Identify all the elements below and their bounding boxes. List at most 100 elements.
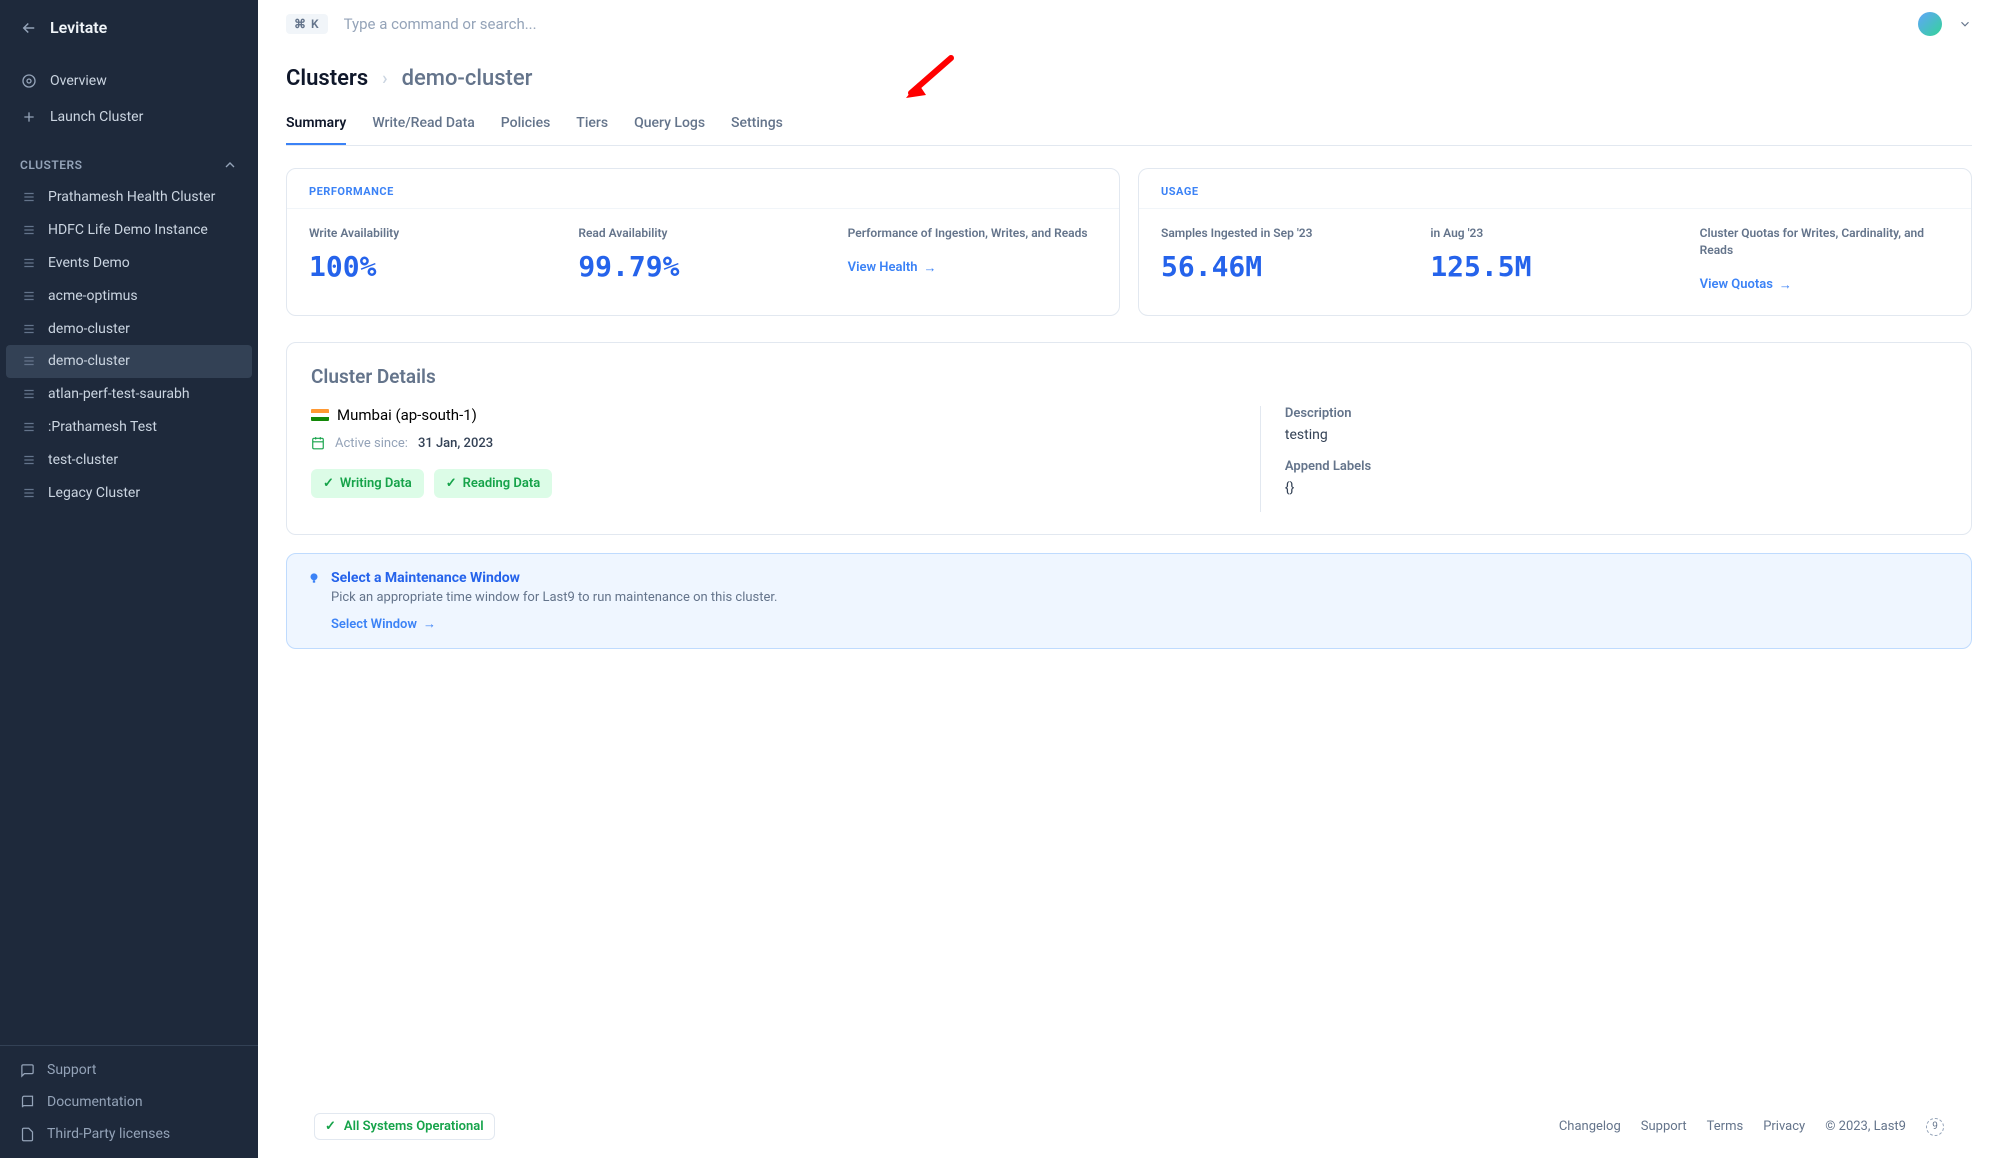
- cluster-icon: [22, 322, 38, 336]
- bottombar: ✓ All Systems Operational Changelog Supp…: [286, 1099, 1972, 1158]
- cluster-icon: [22, 190, 38, 204]
- breadcrumb-root[interactable]: Clusters: [286, 66, 368, 91]
- active-since-date: 31 Jan, 2023: [418, 436, 493, 451]
- footer-docs[interactable]: Documentation: [0, 1086, 258, 1118]
- cluster-label: atlan-perf-test-saurabh: [48, 385, 190, 404]
- cluster-item[interactable]: Prathamesh Health Cluster: [0, 181, 258, 214]
- nav-launch-label: Launch Cluster: [50, 109, 143, 125]
- cluster-item[interactable]: :Prathamesh Test: [0, 411, 258, 444]
- chevron-down-icon[interactable]: [1958, 17, 1972, 31]
- tabs: Summary Write/Read Data Policies Tiers Q…: [286, 105, 1972, 146]
- metrics-row: PERFORMANCE Write Availability 100% Read…: [286, 168, 1972, 316]
- sidebar-nav: Overview Launch Cluster: [0, 55, 258, 143]
- cluster-icon: [22, 289, 38, 303]
- plus-icon: [20, 108, 38, 126]
- cluster-label: Legacy Cluster: [48, 484, 140, 503]
- footer-docs-label: Documentation: [47, 1094, 143, 1110]
- metric-label: Performance of Ingestion, Writes, and Re…: [848, 225, 1097, 242]
- metric-value: 56.46M: [1161, 250, 1410, 283]
- avatar[interactable]: [1918, 12, 1942, 36]
- link-support[interactable]: Support: [1641, 1119, 1687, 1134]
- view-health-link[interactable]: View Health→: [848, 260, 937, 276]
- cluster-item[interactable]: atlan-perf-test-saurabh: [0, 378, 258, 411]
- view-quotas-link[interactable]: View Quotas→: [1700, 277, 1792, 293]
- sidebar-footer: Support Documentation Third-Party licens…: [0, 1045, 258, 1158]
- cluster-icon: [22, 354, 38, 368]
- performance-card: PERFORMANCE Write Availability 100% Read…: [286, 168, 1120, 316]
- brand-title: Levitate: [50, 18, 107, 37]
- topbar: ⌘ K: [258, 0, 2000, 48]
- cluster-item[interactable]: Legacy Cluster: [0, 477, 258, 510]
- cluster-label: test-cluster: [48, 451, 118, 470]
- metric-label: Read Availability: [578, 225, 827, 242]
- tab-settings[interactable]: Settings: [731, 105, 783, 145]
- cluster-details: Cluster Details Mumbai (ap-south-1) Acti…: [286, 342, 1972, 535]
- cluster-icon: [22, 420, 38, 434]
- cluster-item[interactable]: demo-cluster: [0, 313, 258, 346]
- clusters-section-header[interactable]: CLUSTERS: [0, 143, 258, 181]
- cluster-item[interactable]: test-cluster: [0, 444, 258, 477]
- details-title: Cluster Details: [311, 365, 1947, 388]
- check-icon: ✓: [446, 476, 457, 491]
- arrow-right-icon: →: [1779, 277, 1792, 293]
- check-icon: ✓: [325, 1119, 336, 1134]
- link-privacy[interactable]: Privacy: [1763, 1119, 1805, 1134]
- maintenance-text: Pick an appropriate time window for Last…: [331, 590, 1951, 605]
- clusters-header-label: CLUSTERS: [20, 158, 82, 172]
- file-icon: [20, 1127, 35, 1142]
- metric-label: Cluster Quotas for Writes, Cardinality, …: [1700, 225, 1949, 259]
- footer-support-label: Support: [47, 1062, 96, 1078]
- maintenance-title: Select a Maintenance Window: [307, 570, 1951, 586]
- cluster-item[interactable]: HDFC Life Demo Instance: [0, 214, 258, 247]
- arrow-right-icon: →: [423, 616, 436, 632]
- overview-icon: [20, 72, 38, 90]
- footer-licenses[interactable]: Third-Party licenses: [0, 1118, 258, 1150]
- flag-india-icon: [311, 409, 329, 421]
- metric-label: Write Availability: [309, 225, 558, 242]
- arrow-right-icon: →: [923, 260, 936, 276]
- nav-overview[interactable]: Overview: [0, 63, 258, 99]
- kbd-shortcut: ⌘ K: [286, 14, 328, 34]
- cluster-item-active[interactable]: demo-cluster: [6, 345, 252, 378]
- last9-icon: 9: [1926, 1118, 1944, 1136]
- metric-value: 100%: [309, 250, 558, 283]
- back-arrow-icon[interactable]: [20, 19, 38, 37]
- health-link-block: Performance of Ingestion, Writes, and Re…: [848, 225, 1097, 283]
- metric-value: 125.5M: [1430, 250, 1679, 283]
- cluster-icon: [22, 486, 38, 500]
- chat-icon: [20, 1063, 35, 1078]
- operational-badge[interactable]: ✓ All Systems Operational: [314, 1113, 495, 1140]
- cluster-list: Prathamesh Health Cluster HDFC Life Demo…: [0, 181, 258, 1045]
- content: Clusters › demo-cluster Summary Write/Re…: [258, 48, 2000, 1158]
- tab-write-read[interactable]: Write/Read Data: [372, 105, 474, 145]
- chevron-up-icon: [222, 157, 238, 173]
- usage-title: USAGE: [1139, 169, 1971, 209]
- description-label: Description: [1285, 406, 1947, 421]
- lightbulb-icon: [307, 571, 321, 585]
- select-window-link[interactable]: Select Window →: [331, 616, 436, 632]
- cluster-icon: [22, 387, 38, 401]
- tab-tiers[interactable]: Tiers: [576, 105, 608, 145]
- footer-licenses-label: Third-Party licenses: [47, 1126, 170, 1142]
- footer-support[interactable]: Support: [0, 1054, 258, 1086]
- nav-launch-cluster[interactable]: Launch Cluster: [0, 99, 258, 135]
- cluster-label: Prathamesh Health Cluster: [48, 188, 215, 207]
- tab-summary[interactable]: Summary: [286, 105, 346, 145]
- cluster-item[interactable]: Events Demo: [0, 247, 258, 280]
- tab-policies[interactable]: Policies: [501, 105, 551, 145]
- cluster-label: :Prathamesh Test: [48, 418, 157, 437]
- writing-data-badge: ✓ Writing Data: [311, 469, 424, 498]
- sidebar-header: Levitate: [0, 0, 258, 55]
- cluster-item[interactable]: acme-optimus: [0, 280, 258, 313]
- breadcrumb-current: demo-cluster: [402, 66, 533, 91]
- read-availability: Read Availability 99.79%: [578, 225, 827, 283]
- link-changelog[interactable]: Changelog: [1559, 1119, 1621, 1134]
- tab-query-logs[interactable]: Query Logs: [634, 105, 705, 145]
- copyright: © 2023, Last9: [1825, 1119, 1906, 1134]
- active-since: Active since: 31 Jan, 2023: [311, 436, 1220, 451]
- sidebar: Levitate Overview Launch Cluster CLUSTER…: [0, 0, 258, 1158]
- link-terms[interactable]: Terms: [1707, 1119, 1744, 1134]
- search-input[interactable]: [344, 15, 1902, 33]
- labels-value: {}: [1285, 480, 1947, 496]
- samples-sep: Samples Ingested in Sep '23 56.46M: [1161, 225, 1410, 293]
